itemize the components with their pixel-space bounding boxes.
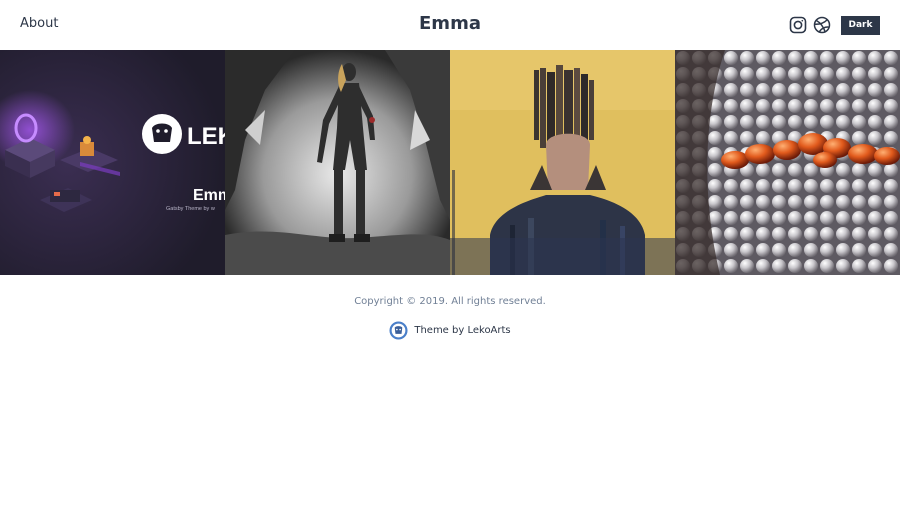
site-header: About Emma Dark bbox=[0, 0, 900, 50]
theme-credit-link[interactable]: Theme by LekoArts bbox=[389, 321, 511, 340]
site-title: Emma bbox=[0, 13, 900, 34]
project-tile-warrior-woman[interactable] bbox=[225, 50, 450, 275]
project-tile-spheres[interactable] bbox=[675, 50, 900, 275]
project-image-glitch bbox=[450, 50, 675, 275]
social-links bbox=[789, 16, 831, 34]
dark-mode-toggle[interactable]: Dark bbox=[841, 16, 880, 35]
lekoarts-logo-icon bbox=[389, 321, 408, 340]
theme-credit-text: Theme by LekoArts bbox=[414, 325, 511, 336]
dribbble-icon[interactable] bbox=[813, 16, 831, 34]
instagram-icon[interactable] bbox=[789, 16, 807, 34]
promo-title-text: Emm bbox=[193, 187, 225, 204]
project-grid: LEK Emm Gatsby Theme by w bbox=[0, 50, 900, 275]
project-image-spheres bbox=[675, 50, 900, 275]
project-tile-lekoarts-emma[interactable]: LEK Emm Gatsby Theme by w bbox=[0, 50, 225, 275]
site-footer: Copyright © 2019. All rights reserved. T… bbox=[0, 296, 900, 344]
project-tile-glitch-portrait[interactable] bbox=[450, 50, 675, 275]
site-title-link[interactable]: Emma bbox=[419, 13, 481, 34]
copyright-text: Copyright © 2019. All rights reserved. bbox=[354, 296, 546, 307]
project-image-lekoarts: LEK Emm Gatsby Theme by w bbox=[0, 50, 225, 275]
promo-logo-text: LEK bbox=[187, 123, 225, 150]
project-image-warrior bbox=[225, 50, 450, 275]
promo-subtitle-text: Gatsby Theme by w bbox=[166, 206, 215, 212]
nav-about-link[interactable]: About bbox=[20, 16, 58, 31]
